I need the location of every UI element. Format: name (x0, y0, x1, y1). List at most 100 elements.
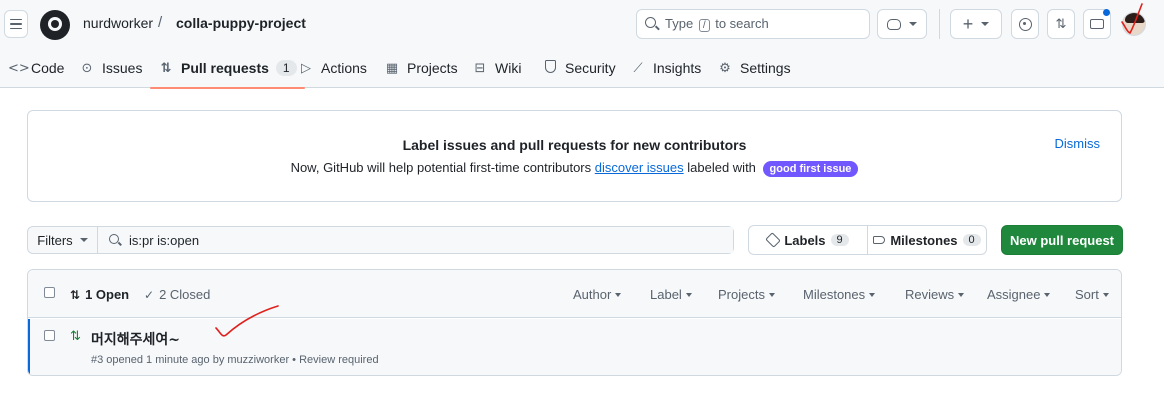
tab-insights[interactable]: ⟋ Insights (630, 48, 701, 88)
pull-request-icon: ⇅ (160, 60, 172, 76)
chevron-down-icon (958, 292, 965, 297)
code-icon: <> (8, 60, 30, 76)
search-input[interactable]: Type / to search (636, 9, 870, 39)
tab-label: Projects (407, 60, 458, 76)
banner-title: Label issues and pull requests for new c… (402, 137, 747, 153)
breadcrumb-owner[interactable]: nurdworker (83, 15, 153, 31)
menu-button[interactable] (4, 10, 28, 38)
tab-label: Insights (653, 60, 702, 76)
search-prefix: Type (665, 16, 694, 31)
play-icon: ▷ (301, 60, 311, 76)
labels-count: 9 (830, 234, 849, 246)
inbox-icon (1090, 19, 1104, 29)
your-issues-button[interactable] (1011, 9, 1039, 39)
labels-button[interactable]: Labels 9 (749, 226, 867, 254)
chevron-down-icon (1044, 292, 1051, 297)
graph-icon: ⟋ (633, 60, 643, 76)
row-checkbox[interactable] (44, 330, 55, 341)
labels-label: Labels (784, 232, 826, 248)
filters-button[interactable]: Filters (28, 227, 98, 253)
plus-icon: + (962, 14, 974, 34)
labels-milestones-group: Labels 9 Milestones 0 (748, 225, 987, 255)
tab-projects[interactable]: ▦ Projects (384, 48, 458, 88)
open-filter[interactable]: ⇅ 1 Open (70, 287, 129, 302)
issue-icon: ⊙ (81, 60, 93, 76)
tab-wiki[interactable]: ⊟ Wiki (472, 48, 522, 88)
tab-count-badge: 1 (275, 60, 297, 76)
assignee-filter[interactable]: Assignee (987, 287, 1051, 302)
list-header: ⇅ 1 Open ✓ 2 Closed Author Label Project… (28, 270, 1121, 318)
open-count: 1 Open (85, 287, 130, 302)
milestones-label: Milestones (803, 287, 866, 302)
tab-label: Wiki (495, 60, 522, 76)
notification-indicator (1103, 9, 1110, 16)
issue-icon (1018, 17, 1032, 31)
search-icon (109, 234, 119, 244)
reviews-filter[interactable]: Reviews (905, 287, 965, 302)
good-first-issue-label[interactable]: good first issue (762, 161, 859, 177)
reviews-label: Reviews (905, 287, 955, 302)
filters-label: Filters (37, 232, 73, 248)
tag-icon (765, 232, 782, 248)
sort-label: Sort (1075, 287, 1099, 302)
search-shortcut-key: / (698, 19, 710, 32)
copilot-icon (887, 18, 901, 30)
author-filter[interactable]: Author (573, 287, 622, 302)
header-divider (939, 9, 940, 39)
search-suffix: to search (715, 16, 769, 31)
tab-label: Settings (740, 60, 791, 76)
pull-request-title[interactable]: 머지해주세여~ (91, 329, 180, 349)
filter-query: is:pr is:open (129, 233, 200, 248)
filter-bar: Filters is:pr is:open (27, 226, 734, 254)
author-label: Author (573, 287, 612, 302)
chevron-down-icon (1102, 292, 1109, 297)
chevron-down-icon (685, 292, 692, 297)
search-icon (645, 17, 656, 28)
dismiss-button[interactable]: Dismiss (1055, 136, 1101, 151)
tab-label: Pull requests (181, 60, 269, 76)
tab-label: Issues (102, 60, 143, 76)
filter-search-input[interactable]: is:pr is:open (98, 227, 733, 253)
pull-request-meta: #3 opened 1 minute ago by muzziworker • … (91, 354, 379, 366)
projects-filter[interactable]: Projects (718, 287, 775, 302)
pull-request-list: ⇅ 1 Open ✓ 2 Closed Author Label Project… (27, 269, 1122, 376)
assignee-label: Assignee (987, 287, 1041, 302)
projects-label: Projects (718, 287, 765, 302)
tab-issues[interactable]: ⊙ Issues (79, 48, 143, 88)
chevron-down-icon (869, 292, 876, 297)
milestones-button[interactable]: Milestones 0 (867, 226, 986, 254)
book-icon: ⊟ (474, 60, 486, 76)
copilot-button[interactable] (877, 9, 927, 39)
tab-security[interactable]: Security (542, 48, 616, 88)
milestones-filter[interactable]: Milestones (803, 287, 876, 302)
label-filter[interactable]: Label (650, 287, 692, 302)
closed-filter[interactable]: ✓ 2 Closed (144, 287, 210, 302)
repo-nav: <> Code ⊙ Issues ⇅ Pull requests 1 ▷ Act… (0, 48, 1164, 89)
tab-code[interactable]: <> Code (8, 48, 64, 88)
sort-filter[interactable]: Sort (1075, 287, 1109, 302)
tab-label: Code (31, 60, 65, 76)
milestones-count: 0 (962, 234, 981, 246)
pull-request-icon: ⇅ (70, 287, 81, 302)
banner-text-before: Now, GitHub will help potential first-ti… (290, 160, 592, 175)
chevron-down-icon (768, 292, 775, 297)
chevron-down-icon (615, 292, 622, 297)
avatar[interactable] (1122, 12, 1146, 36)
tab-label: Security (565, 60, 616, 76)
chevron-down-icon (909, 22, 917, 26)
tab-actions[interactable]: ▷ Actions (298, 48, 367, 88)
discover-issues-link[interactable]: discover issues (595, 160, 684, 175)
gear-icon: ⚙ (719, 60, 731, 76)
github-logo-icon[interactable] (40, 10, 70, 40)
your-pull-requests-button[interactable]: ⇅ (1047, 9, 1075, 39)
table-icon: ▦ (385, 60, 399, 76)
breadcrumb-repo[interactable]: colla-puppy-project (176, 15, 306, 31)
new-contributors-banner: Label issues and pull requests for new c… (27, 110, 1122, 202)
create-new-button[interactable]: + (950, 9, 1002, 39)
select-all-checkbox[interactable] (44, 287, 55, 298)
new-pull-request-button[interactable]: New pull request (1001, 225, 1123, 255)
tab-pull-requests[interactable]: ⇅ Pull requests 1 (150, 48, 305, 89)
pull-request-row[interactable]: ⇅ 머지해주세여~ #3 opened 1 minute ago by muzz… (28, 319, 1121, 375)
breadcrumb-separator: / (158, 14, 163, 31)
tab-settings[interactable]: ⚙ Settings (717, 48, 791, 88)
